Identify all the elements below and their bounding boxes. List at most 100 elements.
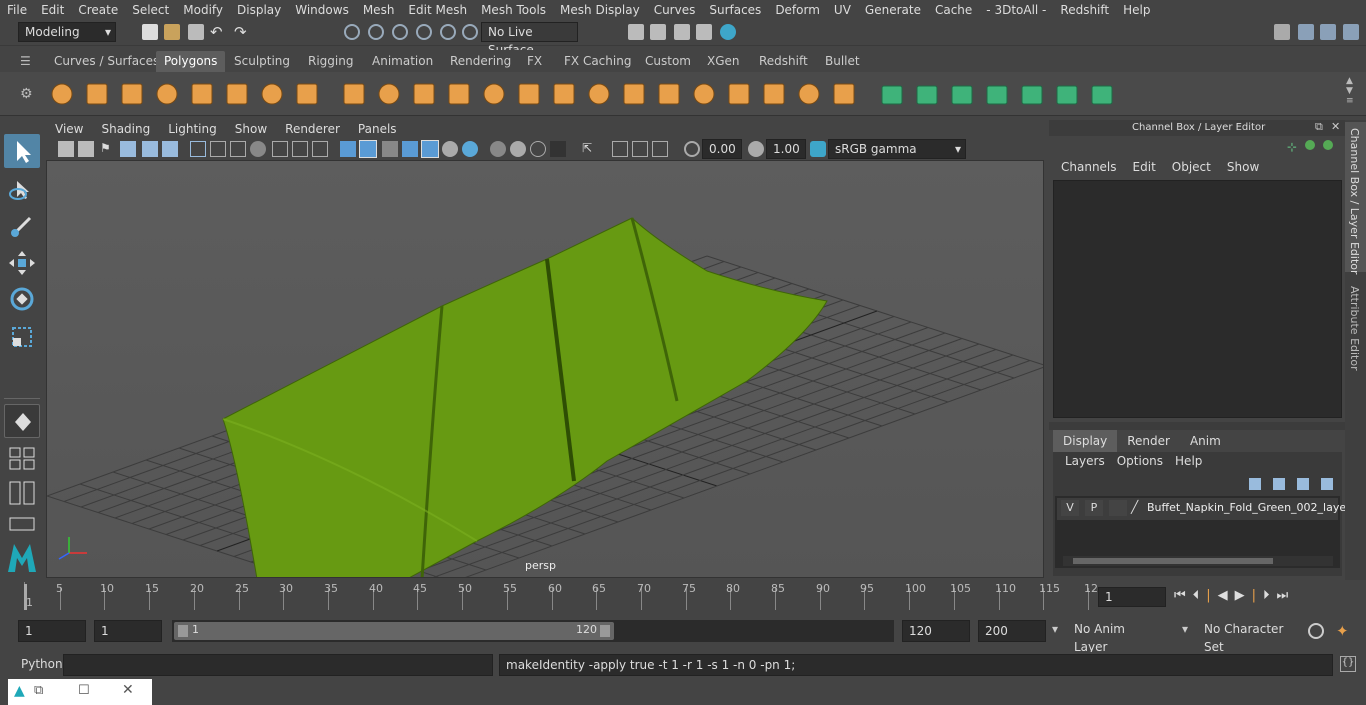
mesh-edit-1-icon[interactable] xyxy=(878,80,906,108)
smooth-shade-icon[interactable] xyxy=(359,140,377,158)
camera-select-icon[interactable] xyxy=(58,141,74,157)
mesh-edit-2-icon[interactable] xyxy=(913,80,941,108)
char-set-dropdown[interactable]: No Character Set xyxy=(1198,620,1298,654)
ipr-render-icon[interactable] xyxy=(674,24,690,40)
menu-windows[interactable]: Windows xyxy=(288,3,356,17)
menu-display[interactable]: Display xyxy=(230,3,288,17)
menu-uv[interactable]: UV xyxy=(827,3,858,17)
poly-tool-19-icon[interactable] xyxy=(690,80,718,108)
layout-single-icon[interactable] xyxy=(4,404,40,438)
poly-tool-1-icon[interactable] xyxy=(48,80,76,108)
viewport-persp[interactable]: persp xyxy=(46,160,1044,578)
shelf-tab-fx[interactable]: FX xyxy=(519,51,550,72)
scale-tool-icon[interactable] xyxy=(4,320,40,354)
shelf-tab-curves-surfaces[interactable]: Curves / Surfaces xyxy=(46,51,167,72)
playback-start-field[interactable]: 1 xyxy=(94,620,162,642)
bookmark-icon[interactable]: ⚑ xyxy=(100,141,116,157)
poly-tool-16-icon[interactable] xyxy=(585,80,613,108)
layer-name[interactable]: Buffet_Napkin_Fold_Green_002_layer xyxy=(1147,501,1351,514)
viewport-menu-renderer[interactable]: Renderer xyxy=(276,122,349,136)
textured-icon[interactable] xyxy=(402,141,418,157)
command-language[interactable]: Python xyxy=(21,657,63,671)
poly-tool-6-icon[interactable] xyxy=(223,80,251,108)
channel-menu-edit[interactable]: Edit xyxy=(1125,160,1164,178)
channel-menu-object[interactable]: Object xyxy=(1164,160,1219,178)
open-scene-icon[interactable] xyxy=(164,24,180,40)
snap-surface-icon[interactable] xyxy=(440,24,456,40)
color-space-dropdown[interactable]: sRGB gamma ▾ xyxy=(828,139,966,159)
backface-icon[interactable] xyxy=(652,141,668,157)
safe-action-icon[interactable] xyxy=(292,141,308,157)
menu-deform[interactable]: Deform xyxy=(768,3,827,17)
channel-list[interactable] xyxy=(1053,180,1342,418)
layer-scrollbar-thumb[interactable] xyxy=(1073,558,1273,564)
toggle-panels-icon[interactable] xyxy=(1298,24,1314,40)
poly-tool-3-icon[interactable] xyxy=(118,80,146,108)
render-settings-icon[interactable] xyxy=(696,24,712,40)
mesh-edit-4-icon[interactable] xyxy=(983,80,1011,108)
layer-reference-toggle[interactable] xyxy=(1109,500,1127,516)
menu-select[interactable]: Select xyxy=(125,3,176,17)
isolate-select-icon[interactable]: ⇱ xyxy=(582,141,598,157)
layer-color-icon[interactable]: ╱ xyxy=(1131,500,1145,516)
color-management-icon[interactable] xyxy=(810,141,826,157)
go-start-icon[interactable]: ⏮ xyxy=(1174,588,1186,603)
shelf-tab-polygons[interactable]: Polygons xyxy=(156,51,226,72)
lighting-icon[interactable] xyxy=(421,140,439,158)
save-scene-icon[interactable] xyxy=(188,24,204,40)
menu-edit[interactable]: Edit xyxy=(34,3,71,17)
play-forward-icon[interactable]: ▶ xyxy=(1235,588,1245,603)
viewport-menu-shading[interactable]: Shading xyxy=(92,122,159,136)
step-back-key-icon[interactable]: ⏴ xyxy=(1193,588,1200,603)
menu-file[interactable]: File xyxy=(0,3,34,17)
mode-dropdown[interactable]: Modeling ▾ xyxy=(18,22,116,42)
current-frame-marker[interactable] xyxy=(24,584,27,610)
axis-icon[interactable]: ⊹ xyxy=(1287,140,1297,154)
time-slider[interactable]: 1 5 10 15 20 25 30 35 40 45 50 55 60 65 70 75 80 85 90 95 10… xyxy=(0,580,1366,616)
layer-visibility-toggle[interactable]: V xyxy=(1061,500,1079,516)
shelf-tab-bullet[interactable]: Bullet xyxy=(817,51,868,72)
poly-tool-9-icon[interactable] xyxy=(340,80,368,108)
end-frame-field[interactable]: 200 xyxy=(978,620,1046,642)
menu-generate[interactable]: Generate xyxy=(858,3,928,17)
mesh-edit-7-icon[interactable] xyxy=(1088,80,1116,108)
motion-blur-icon[interactable] xyxy=(490,141,506,157)
range-handle-right[interactable] xyxy=(600,625,610,637)
auto-key-icon[interactable] xyxy=(1308,623,1324,639)
layout-side-icon[interactable] xyxy=(4,478,40,508)
new-layer-icon[interactable] xyxy=(1297,478,1309,490)
safe-title-icon[interactable] xyxy=(312,141,328,157)
snap-live-icon[interactable] xyxy=(462,24,478,40)
image-plane-icon[interactable] xyxy=(120,141,136,157)
menu-mesh[interactable]: Mesh xyxy=(356,3,402,17)
start-frame-field[interactable]: 1 xyxy=(18,620,86,642)
timeline-ruler[interactable]: 1 5 10 15 20 25 30 35 40 45 50 55 60 65 70 75 80 85 90 95 10… xyxy=(18,580,1098,612)
ambient-occlusion-icon[interactable] xyxy=(462,141,478,157)
shelf-tab-rigging[interactable]: Rigging xyxy=(300,51,361,72)
menu-curves[interactable]: Curves xyxy=(647,3,703,17)
snap-point-icon[interactable] xyxy=(392,24,408,40)
shelf-tab-xgen[interactable]: XGen xyxy=(699,51,748,72)
mesh-edit-5-icon[interactable] xyxy=(1018,80,1046,108)
poly-tool-21-icon[interactable] xyxy=(760,80,788,108)
depth-of-field-icon[interactable] xyxy=(530,141,546,157)
viewport-menu-view[interactable]: View xyxy=(46,122,92,136)
layer-menu-layers[interactable]: Layers xyxy=(1059,454,1111,472)
tab-channel-box[interactable]: Channel Box / Layer Editor xyxy=(1345,122,1366,275)
shadows-icon[interactable] xyxy=(442,141,458,157)
undo-icon[interactable]: ↶ xyxy=(210,24,226,40)
layer-playback-toggle[interactable]: P xyxy=(1085,500,1103,516)
poly-tool-14-icon[interactable] xyxy=(515,80,543,108)
field-chart-icon[interactable] xyxy=(272,141,288,157)
layer-row[interactable]: V P ╱ Buffet_Napkin_Fold_Green_002_layer xyxy=(1057,498,1351,520)
chevron-down-icon[interactable]: ▾ xyxy=(1052,622,1058,636)
move-layer-up-icon[interactable] xyxy=(1249,478,1261,490)
step-back-icon[interactable]: | xyxy=(1206,588,1210,603)
playback-end-field[interactable]: 120 xyxy=(902,620,970,642)
antialias-icon[interactable] xyxy=(510,141,526,157)
command-input[interactable] xyxy=(63,654,493,676)
layer-scrollbar[interactable] xyxy=(1063,556,1333,566)
shelf-tab-custom[interactable]: Custom xyxy=(637,51,699,72)
paint-select-icon[interactable] xyxy=(4,208,40,242)
shelf-menu-icon[interactable]: ☰ xyxy=(20,54,34,68)
